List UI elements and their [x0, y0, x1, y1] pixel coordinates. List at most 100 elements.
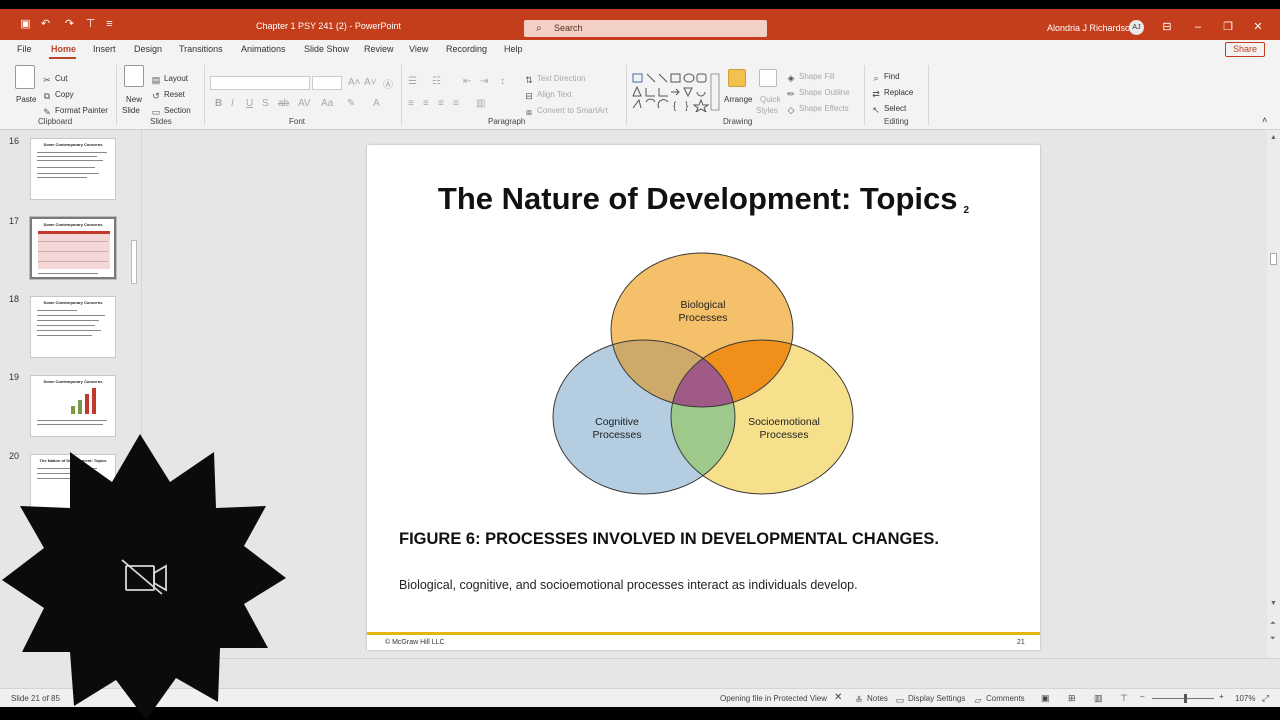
slide-thumbnail-18[interactable]: Some Contemporary Concerns — [30, 296, 116, 358]
tab-file[interactable]: File — [17, 44, 32, 54]
section-button[interactable]: ▭ Section — [151, 106, 191, 117]
tab-insert[interactable]: Insert — [93, 44, 116, 54]
figure-title[interactable]: FIGURE 6: PROCESSES INVOLVED IN DEVELOPM… — [399, 528, 959, 551]
quick-styles-label-2[interactable]: Styles — [756, 106, 778, 115]
tab-home[interactable]: Home — [51, 44, 76, 54]
new-slide-label-2[interactable]: Slide — [122, 106, 140, 115]
shape-fill-button[interactable]: ◈ Shape Fill — [786, 72, 835, 83]
collapse-ribbon-icon[interactable]: ˄ — [1262, 115, 1267, 125]
tab-design[interactable]: Design — [134, 44, 162, 54]
tab-animations[interactable]: Animations — [241, 44, 286, 54]
tab-review[interactable]: Review — [364, 44, 394, 54]
reading-view-icon[interactable]: ▥ — [1094, 693, 1103, 704]
decrease-indent-icon[interactable]: ⇤ — [463, 76, 471, 87]
strikethrough-icon[interactable]: ab — [278, 98, 289, 109]
change-case-icon[interactable]: Aa — [321, 98, 333, 109]
share-button[interactable]: Share — [1225, 42, 1265, 57]
redo-icon[interactable]: ↷ — [63, 18, 76, 31]
restore-icon[interactable]: ❐ — [1221, 20, 1235, 34]
convert-smartart-button[interactable]: ⧈ Convert to SmartArt — [524, 106, 608, 117]
zoom-out-icon[interactable]: – — [1140, 692, 1144, 701]
tab-recording[interactable]: Recording — [446, 44, 487, 54]
shapes-gallery[interactable]: { } — [631, 72, 723, 112]
scroll-thumb[interactable] — [1270, 253, 1277, 265]
minimize-icon[interactable]: – — [1191, 20, 1205, 34]
tab-view[interactable]: View — [409, 44, 428, 54]
paste-icon[interactable] — [15, 65, 35, 89]
new-slide-icon[interactable] — [124, 65, 144, 87]
columns-icon[interactable]: ▥ — [476, 98, 485, 109]
cancel-icon[interactable]: ✕ — [834, 692, 842, 703]
tab-transitions[interactable]: Transitions — [179, 44, 223, 54]
arrange-button[interactable]: Arrange — [724, 95, 752, 104]
avatar[interactable]: AJ — [1129, 20, 1144, 35]
tab-slide-show[interactable]: Slide Show — [304, 44, 349, 54]
zoom-slider-thumb[interactable] — [1184, 694, 1187, 703]
bullets-icon[interactable]: ☰ — [408, 76, 417, 87]
scroll-up-icon[interactable]: ▲ — [1270, 134, 1277, 141]
shadow-icon[interactable]: S — [262, 98, 269, 109]
align-text-button[interactable]: ⊟ Align Text — [524, 90, 571, 101]
shape-outline-button[interactable]: ✏ Shape Outline — [786, 88, 849, 99]
underline-icon[interactable]: U — [246, 98, 253, 109]
slide-sorter-icon[interactable]: ⊞ — [1068, 693, 1076, 704]
search-input[interactable]: ⌕ Search — [524, 20, 767, 37]
font-color-icon[interactable]: A — [373, 98, 380, 109]
notes-button[interactable]: ≚ Notes — [854, 694, 888, 705]
numbering-icon[interactable]: ☷ — [432, 76, 441, 87]
cut-button[interactable]: ✂ Cut — [42, 74, 67, 85]
font-name-dropdown[interactable] — [210, 76, 310, 90]
line-spacing-icon[interactable]: ↕ — [500, 76, 505, 87]
layout-button[interactable]: ▤ Layout — [151, 74, 188, 85]
user-name[interactable]: Alondria J Richardson — [1047, 23, 1135, 33]
quick-styles-label-1[interactable]: Quick — [760, 95, 780, 104]
italic-icon[interactable]: I — [231, 98, 234, 109]
text-direction-button[interactable]: ⇅ Text Direction — [524, 74, 585, 85]
select-button[interactable]: ↖ Select — [871, 104, 906, 115]
presenter-icon[interactable]: ⊤ — [84, 18, 97, 31]
venn-diagram[interactable]: Biological Processes Cognitive Processes… — [551, 250, 856, 495]
slide-title[interactable]: The Nature of Development: Topics 2 — [367, 181, 1040, 217]
customize-toolbar-icon[interactable]: ≡ — [103, 18, 116, 31]
highlight-icon[interactable]: ✎ — [347, 98, 355, 109]
ribbon-display-icon[interactable]: ⊟ — [1160, 20, 1174, 34]
bold-icon[interactable]: B — [215, 98, 222, 109]
format-painter-button[interactable]: ✎ Format Painter — [42, 106, 108, 117]
shape-effects-button[interactable]: ◇ Shape Effects — [786, 104, 849, 115]
justify-icon[interactable]: ≡ — [453, 98, 459, 109]
quick-styles-icon[interactable] — [759, 69, 777, 87]
increase-font-icon[interactable]: A˄ — [348, 77, 361, 88]
fit-slide-icon[interactable]: ⤢ — [1262, 693, 1269, 704]
paste-button[interactable]: Paste — [16, 95, 36, 104]
align-right-icon[interactable]: ≡ — [438, 98, 444, 109]
new-slide-label-1[interactable]: New — [126, 95, 142, 104]
editor-scrollbar[interactable]: ▲ ▼ ⏶ ⏷ — [1267, 130, 1280, 658]
slide-thumbnail-17[interactable]: Some Contemporary Concerns — [29, 216, 117, 280]
decrease-font-icon[interactable]: A˅ — [364, 77, 377, 88]
align-center-icon[interactable]: ≡ — [423, 98, 429, 109]
copy-button[interactable]: ⧉ Copy — [42, 90, 74, 101]
autosave-save-icon[interactable]: ▣ — [19, 18, 32, 31]
tab-help[interactable]: Help — [504, 44, 523, 54]
zoom-level[interactable]: 107% — [1235, 694, 1255, 703]
slideshow-view-icon[interactable]: ⊤ — [1120, 693, 1128, 704]
arrange-icon[interactable] — [728, 69, 746, 87]
figure-caption[interactable]: Biological, cognitive, and socioemotiona… — [399, 578, 858, 592]
comments-button[interactable]: ▱ Comments — [973, 694, 1025, 705]
increase-indent-icon[interactable]: ⇥ — [480, 76, 488, 87]
slide-thumbnail-16[interactable]: Some Contemporary Concerns — [30, 138, 116, 200]
normal-view-icon[interactable]: ▣ — [1041, 693, 1050, 704]
current-slide[interactable]: The Nature of Development: Topics 2 Biol… — [367, 145, 1040, 650]
char-spacing-icon[interactable]: AV — [298, 98, 311, 109]
display-settings-button[interactable]: ▭ Display Settings — [895, 694, 966, 705]
align-left-icon[interactable]: ≡ — [408, 98, 414, 109]
scroll-down-icon[interactable]: ▼ — [1270, 600, 1277, 607]
replace-button[interactable]: ⇄ Replace — [871, 88, 913, 99]
zoom-slider[interactable] — [1152, 698, 1214, 699]
next-slide-icon[interactable]: ⏷ — [1270, 635, 1276, 643]
thumbnails-scrollbar[interactable] — [131, 240, 137, 284]
slide-thumbnail-19[interactable]: Some Contemporary Concerns — [30, 375, 116, 437]
close-icon[interactable]: ✕ — [1251, 20, 1265, 34]
zoom-in-icon[interactable]: + — [1219, 692, 1224, 701]
find-button[interactable]: ⌕ Find — [871, 72, 899, 83]
